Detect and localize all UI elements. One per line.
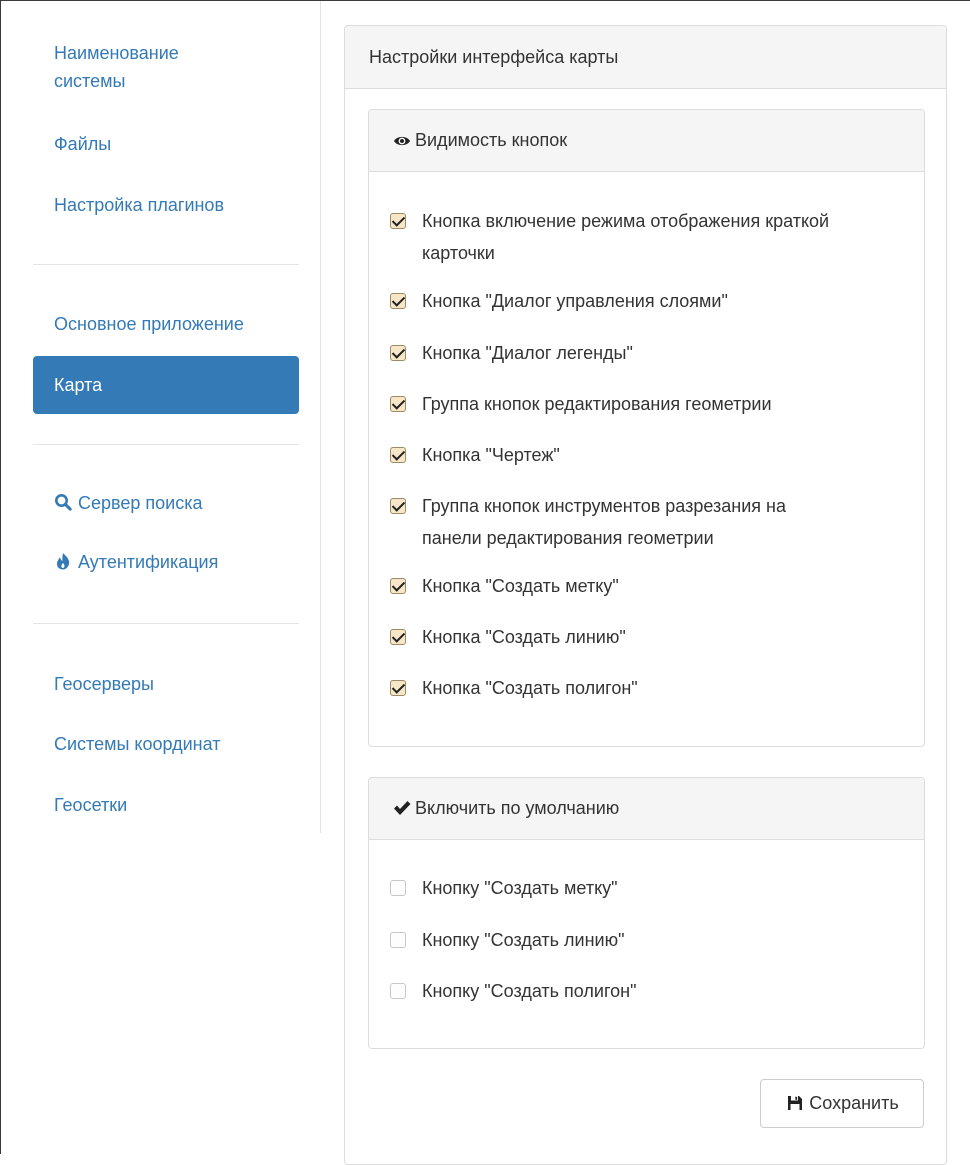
checkbox-label-line2: карточки	[422, 243, 495, 263]
sidebar-item-search-server[interactable]: Сервер поиска	[33, 490, 299, 519]
floppy-disk-icon	[785, 1082, 805, 1129]
checkbox[interactable]	[390, 680, 406, 696]
checkbox[interactable]	[390, 447, 406, 463]
checkbox[interactable]	[390, 293, 406, 309]
checkbox[interactable]	[390, 578, 406, 594]
sidebar-divider	[33, 444, 299, 445]
checkbox-label-line2: панели редактирования геометрии	[422, 528, 714, 548]
checkbox-default-create-line[interactable]: Кнопку "Создать линию"	[390, 924, 900, 956]
heading-label: Включить по умолчанию	[415, 798, 620, 818]
save-button[interactable]: Сохранить	[760, 1079, 924, 1128]
checkbox[interactable]	[390, 396, 406, 412]
checkbox-label: Кнопка включение режима отображения крат…	[422, 211, 830, 231]
button-visibility-panel: Видимость кнопок Кнопка включение режима…	[368, 109, 925, 747]
sidebar-item-plugin-settings[interactable]: Настройка плагинов	[33, 192, 299, 219]
sidebar-item-main-app[interactable]: Основное приложение	[33, 311, 299, 338]
checkbox-label: Группа кнопок редактирования геометрии	[422, 394, 772, 414]
checkbox-label: Кнопку "Создать линию"	[422, 930, 625, 950]
checkbox-create-line[interactable]: Кнопка "Создать линию"	[390, 621, 900, 653]
sidebar-item-label: Аутентификация	[78, 552, 219, 572]
checkbox-geometry-edit-group[interactable]: Группа кнопок редактирования геометрии	[390, 388, 900, 420]
checkbox-label: Кнопка "Диалог управления слоями"	[422, 291, 728, 311]
sidebar: Наименование системы Файлы Настройка пла…	[0, 1, 321, 833]
checkbox-create-marker[interactable]: Кнопка "Создать метку"	[390, 570, 900, 602]
checkbox-label: Кнопка "Создать полигон"	[422, 678, 638, 698]
checkbox-short-card-mode[interactable]: Кнопка включение режима отображения крат…	[390, 205, 900, 269]
fire-icon	[54, 551, 74, 578]
sidebar-item-label: Наименование системы	[54, 43, 179, 91]
checkbox-default-create-polygon[interactable]: Кнопку "Создать полигон"	[390, 975, 900, 1007]
search-icon	[54, 492, 74, 519]
button-visibility-heading: Видимость кнопок	[369, 110, 924, 172]
sidebar-divider	[33, 264, 299, 265]
checkbox[interactable]	[390, 345, 406, 361]
sidebar-item-geoservers[interactable]: Геосерверы	[33, 671, 299, 698]
sidebar-item-label: Системы координат	[54, 734, 221, 754]
sidebar-item-label: Геосерверы	[54, 674, 154, 694]
checkbox-label: Кнопка "Чертеж"	[422, 445, 560, 465]
checkbox-label: Кнопка "Диалог легенды"	[422, 343, 633, 363]
checkbox[interactable]	[390, 880, 406, 896]
sidebar-item-system-name[interactable]: Наименование системы	[33, 39, 299, 95]
save-button-label: Сохранить	[809, 1093, 899, 1113]
checkmark-icon	[393, 780, 415, 841]
sidebar-item-label: Настройка плагинов	[54, 195, 225, 215]
checkbox-layer-dialog[interactable]: Кнопка "Диалог управления слоями"	[390, 285, 900, 317]
sidebar-divider	[33, 623, 299, 624]
sidebar-item-label: Карта	[54, 375, 103, 395]
checkbox-label: Группа кнопок инструментов разрезания на	[422, 496, 786, 516]
checkbox-legend-dialog[interactable]: Кнопка "Диалог легенды"	[390, 337, 900, 369]
enable-by-default-heading: Включить по умолчанию	[369, 778, 924, 840]
sidebar-item-label: Сервер поиска	[78, 493, 203, 513]
checkbox[interactable]	[390, 932, 406, 948]
sidebar-item-map[interactable]: Карта	[33, 356, 299, 414]
sidebar-item-label: Основное приложение	[54, 314, 244, 334]
checkbox-label: Кнопка "Создать линию"	[422, 627, 626, 647]
checkbox[interactable]	[390, 213, 406, 229]
checkbox[interactable]	[390, 629, 406, 645]
sidebar-item-label: Геосетки	[54, 795, 128, 815]
heading-label: Видимость кнопок	[415, 130, 568, 150]
sidebar-item-files[interactable]: Файлы	[33, 131, 299, 158]
checkbox-label: Кнопка "Создать метку"	[422, 576, 619, 596]
checkbox-label: Кнопку "Создать метку"	[422, 878, 618, 898]
checkbox[interactable]	[390, 983, 406, 999]
sidebar-item-coordinate-systems[interactable]: Системы координат	[33, 731, 299, 758]
sidebar-item-label: Файлы	[54, 134, 112, 154]
checkbox[interactable]	[390, 498, 406, 514]
map-interface-settings-panel: Настройки интерфейса карты Видимость кно…	[344, 25, 947, 1165]
sidebar-item-geogrids[interactable]: Геосетки	[33, 792, 299, 819]
checkbox-cutting-tools-group[interactable]: Группа кнопок инструментов разрезания на…	[390, 490, 900, 554]
checkbox-create-polygon[interactable]: Кнопка "Создать полигон"	[390, 672, 900, 704]
checkbox-drawing[interactable]: Кнопка "Чертеж"	[390, 439, 900, 471]
checkbox-label: Кнопку "Создать полигон"	[422, 981, 637, 1001]
sidebar-item-authentication[interactable]: Аутентификация	[33, 549, 299, 578]
checkbox-default-create-marker[interactable]: Кнопку "Создать метку"	[390, 872, 900, 904]
panel-title: Настройки интерфейса карты	[345, 26, 946, 89]
enable-by-default-panel: Включить по умолчанию Кнопку "Создать ме…	[368, 777, 925, 1049]
eye-icon	[393, 112, 415, 173]
